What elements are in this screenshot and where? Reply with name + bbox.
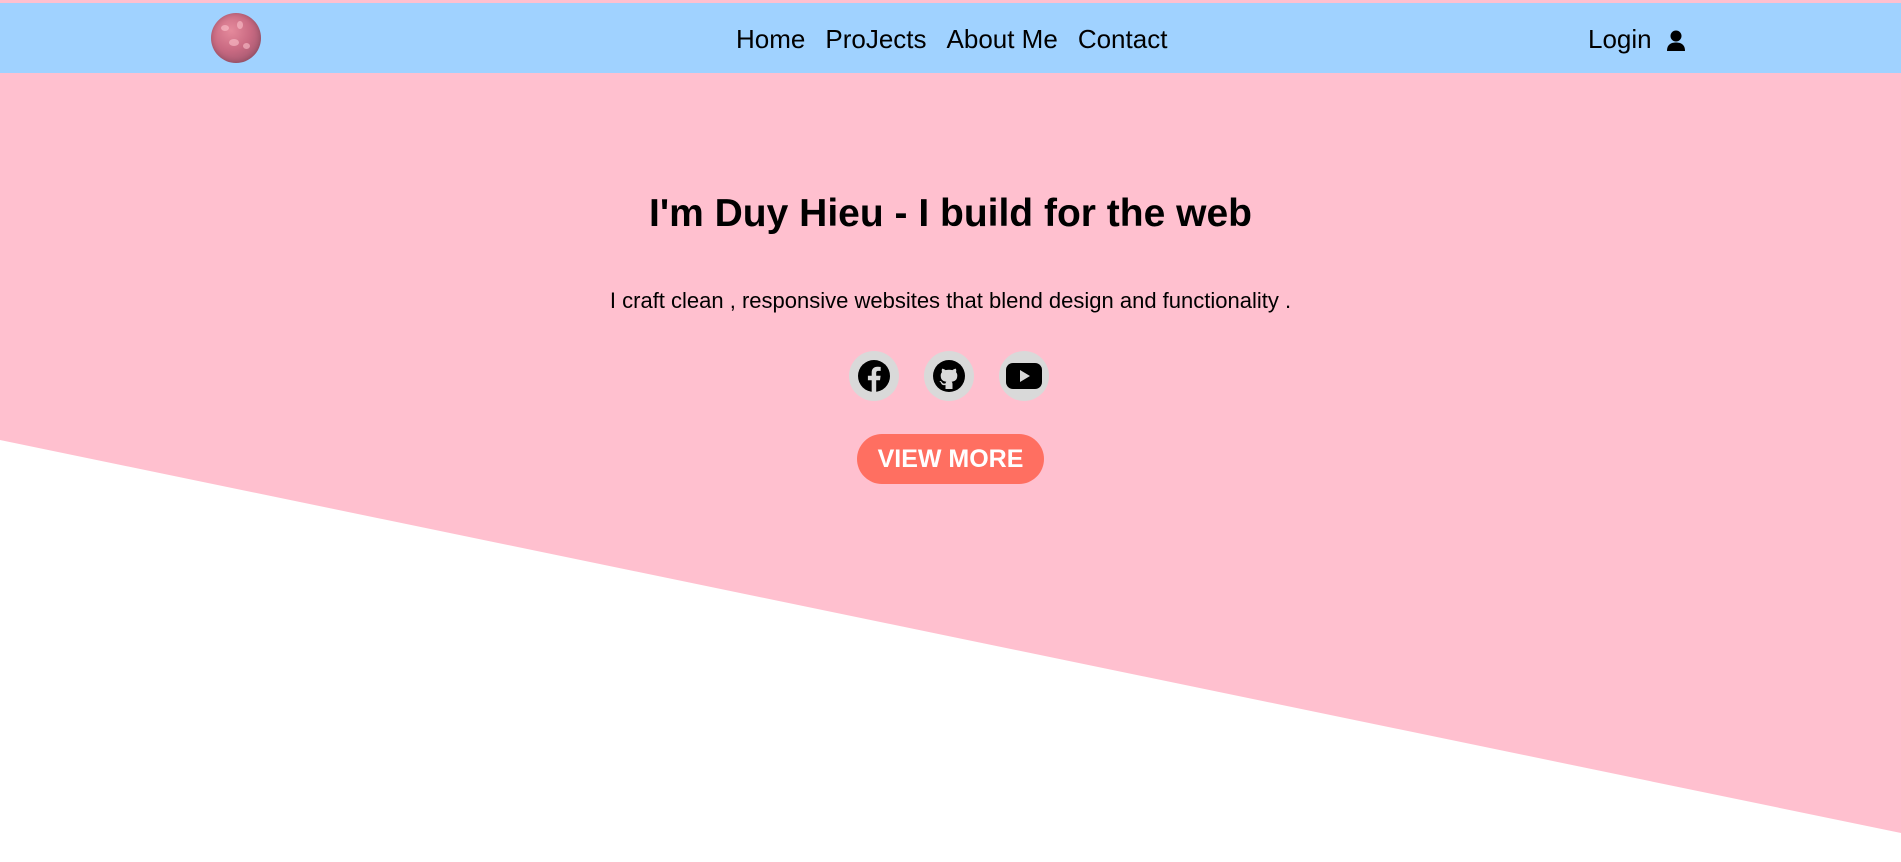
nav-home[interactable]: Home bbox=[736, 24, 805, 54]
user-icon bbox=[1666, 28, 1686, 51]
github-icon bbox=[932, 359, 966, 393]
login-label: Login bbox=[1588, 24, 1652, 54]
nav-about-me[interactable]: About Me bbox=[947, 24, 1058, 54]
facebook-icon bbox=[857, 359, 891, 393]
youtube-icon bbox=[1006, 363, 1042, 389]
hero-title: I'm Duy Hieu - I build for the web bbox=[649, 192, 1252, 235]
page: Home ProJects About Me Contact Login I'm… bbox=[0, 0, 1901, 862]
main-nav: Home ProJects About Me Contact bbox=[736, 24, 1187, 54]
hero-background bbox=[0, 0, 1901, 833]
facebook-link[interactable] bbox=[849, 351, 899, 401]
nav-projects[interactable]: ProJects bbox=[825, 24, 926, 54]
view-more-button[interactable]: VIEW MORE bbox=[857, 434, 1044, 484]
nav-contact[interactable]: Contact bbox=[1078, 24, 1168, 54]
login-button[interactable]: Login bbox=[1588, 24, 1686, 54]
youtube-link[interactable] bbox=[999, 351, 1049, 401]
avatar[interactable] bbox=[211, 13, 261, 63]
top-navbar: Home ProJects About Me Contact Login bbox=[0, 3, 1901, 73]
github-link[interactable] bbox=[924, 351, 974, 401]
social-links bbox=[849, 351, 1049, 401]
hero-subtitle: I craft clean , responsive websites that… bbox=[609, 288, 1292, 313]
